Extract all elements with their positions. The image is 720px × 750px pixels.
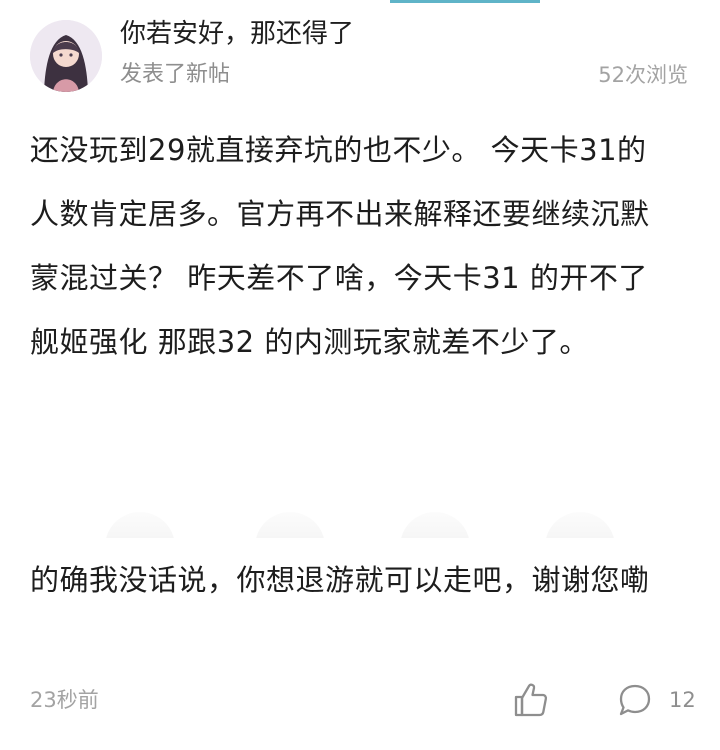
post-action: 发表了新帖 bbox=[120, 62, 231, 87]
comment-button[interactable]: 12 bbox=[617, 680, 697, 720]
post-header: 你若安好，那还得了 发表了新帖 52次浏览 bbox=[0, 0, 720, 110]
faded-avatar bbox=[105, 512, 175, 538]
username[interactable]: 你若安好，那还得了 bbox=[120, 14, 354, 54]
view-count: 52次浏览 bbox=[598, 63, 688, 87]
faded-avatar bbox=[545, 512, 615, 538]
reply-body: 的确我没话说，你想退游就可以走吧，谢谢您嘞 bbox=[30, 563, 650, 597]
faded-divider bbox=[100, 504, 640, 538]
reply-time: 23秒前 bbox=[30, 688, 99, 712]
thumbs-up-icon bbox=[514, 683, 548, 717]
avatar[interactable] bbox=[30, 20, 102, 92]
faded-avatar bbox=[400, 512, 470, 538]
faded-avatar bbox=[255, 512, 325, 538]
comment-bubble-icon bbox=[619, 684, 651, 716]
like-button[interactable] bbox=[510, 680, 550, 720]
post-body: 还没玩到29就直接弃坑的也不少。 今天卡31的人数肯定居多。官方再不出来解释还要… bbox=[30, 133, 650, 359]
comment-count: 12 bbox=[669, 688, 696, 712]
